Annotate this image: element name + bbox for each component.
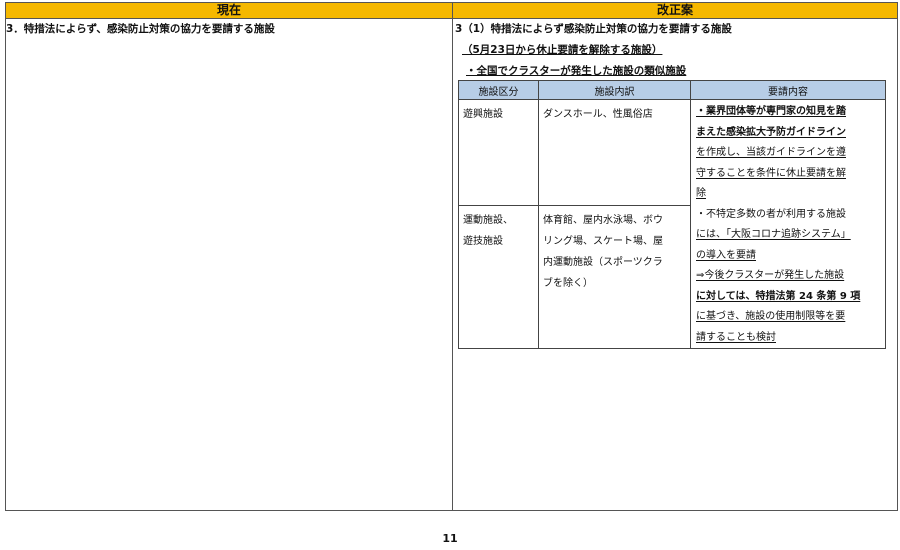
page-number: 11 [442, 532, 458, 545]
table-row: 遊興施設 ダンスホール、性風俗店 ・業界団体等が専門家の知見を踏 まえた感染拡大… [458, 99, 886, 349]
request-line: ・業界団体等が専門家の知見を踏 [696, 106, 846, 117]
request-line: 除 [696, 188, 706, 199]
header-revised: 改正案 [453, 3, 897, 19]
request-line: ⇒今後クラスターが発生した施設 [696, 270, 845, 281]
request-line: の導入を要請 [696, 249, 756, 261]
breakdown-text: ダンスホール、性風俗店 [543, 109, 653, 120]
request-line: ・不特定多数の者が利用する施設 [696, 208, 846, 220]
request-cell: ・業界団体等が専門家の知見を踏 まえた感染拡大予防ガイドライン を作成し、当該ガ… [690, 99, 886, 349]
breakdown-text: リング場、スケート場、屋 [543, 236, 663, 247]
request-line: に対しては、特措法第 24 条第 9 項 [696, 290, 861, 302]
column-header-breakdown: 施設内訳 [538, 80, 691, 100]
category-cell: 運動施設、 遊技施設 [458, 205, 539, 349]
column-divider [452, 3, 453, 510]
request-line: には、「大阪コロナ追跡システム」 [696, 229, 851, 240]
header-current: 現在 [6, 3, 452, 19]
breakdown-text: 体育館、屋内水泳場、ボウ [543, 215, 663, 226]
current-section-title: 3．特措法によらず、感染防止対策の協力を要請する施設 [6, 23, 275, 35]
category-text: 遊興施設 [463, 109, 503, 120]
facility-table: 施設区分 施設内訳 要請内容 遊興施設 ダンスホール、性風俗店 ・業界団体等が専… [458, 80, 886, 349]
request-line: に基づき、施設の使用制限等を要 [696, 311, 846, 322]
column-header-category: 施設区分 [458, 80, 539, 100]
category-text: 遊技施設 [463, 236, 503, 247]
category-cell: 遊興施設 [458, 99, 539, 206]
facility-table-header-row: 施設区分 施設内訳 要請内容 [458, 80, 886, 100]
breakdown-text: ブを除く） [543, 278, 593, 289]
breakdown-cell: 体育館、屋内水泳場、ボウ リング場、スケート場、屋 内運動施設（スポーツクラ ブ… [538, 205, 691, 349]
request-line: 守することを条件に休止要請を解 [696, 167, 846, 179]
breakdown-text: 内運動施設（スポーツクラ [543, 257, 663, 268]
revised-section-subtitle: （5月23日から休止要請を解除する施設） [462, 44, 663, 56]
request-line: まえた感染拡大予防ガイドライン [696, 126, 846, 138]
request-line: を作成し、当該ガイドラインを遵 [696, 147, 846, 158]
revised-bullet-heading: ・全国でクラスターが発生した施設の類似施設 [466, 65, 687, 77]
breakdown-cell: ダンスホール、性風俗店 [538, 99, 691, 206]
column-header-request: 要請内容 [690, 80, 886, 100]
category-text: 運動施設、 [463, 215, 513, 226]
request-line: 請することも検討 [696, 331, 776, 343]
revised-section-title: 3（1）特措法によらず感染防止対策の協力を要請する施設 [455, 23, 732, 35]
